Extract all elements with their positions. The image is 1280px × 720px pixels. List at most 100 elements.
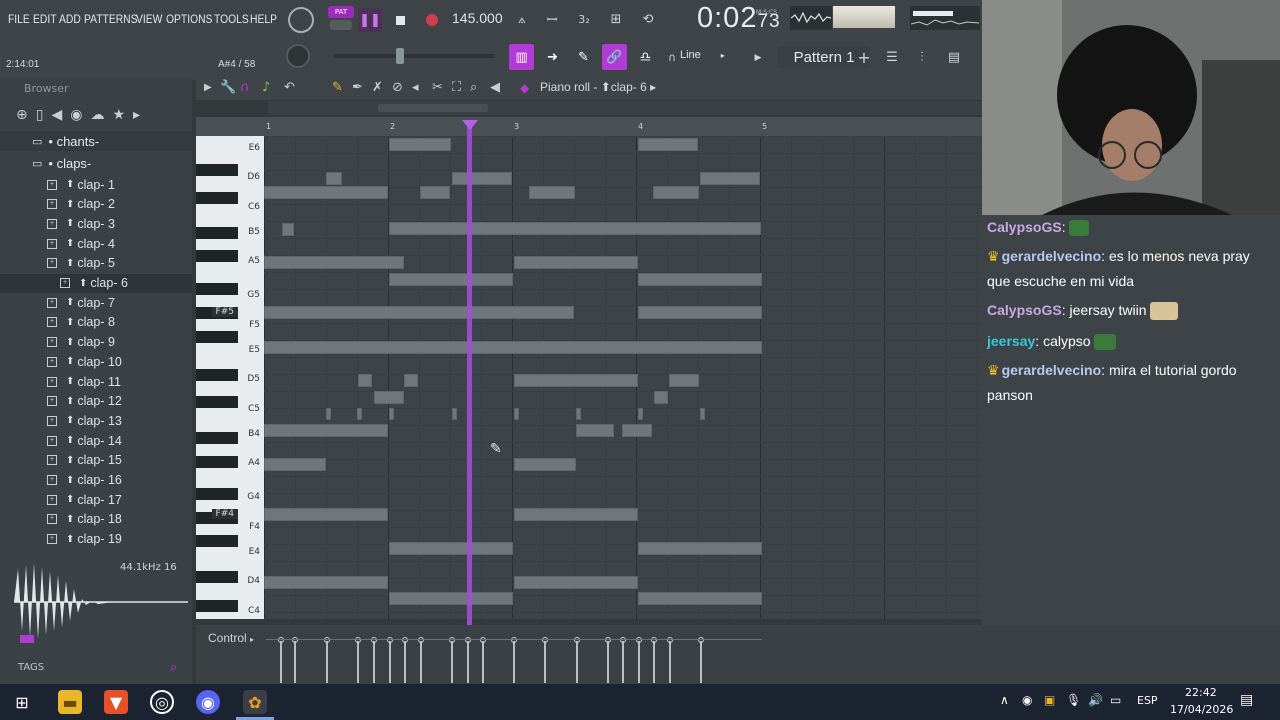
sample-item[interactable]: + ⬆ clap- 4 [0,234,192,253]
fl-studio-icon[interactable]: ✿ [243,690,267,714]
note[interactable] [638,138,698,151]
mixer-view-button[interactable]: ⫶ [910,46,934,68]
piano-roll-view-button[interactable]: ▥ [509,44,534,70]
black-key[interactable] [196,250,238,262]
black-key[interactable] [196,164,238,176]
note[interactable] [638,542,762,555]
velocity-bar[interactable] [607,641,609,683]
note[interactable] [389,542,513,555]
note[interactable] [389,592,513,605]
velocity-bar[interactable] [280,641,282,683]
note[interactable] [638,273,762,286]
sample-item[interactable]: + ⬆ clap- 7 [0,293,192,312]
sample-item[interactable]: + ⬆ clap- 8 [0,313,192,332]
file-icon[interactable]: ▯ [36,107,44,123]
playback-tool-icon[interactable]: ◀ [490,80,500,95]
mute-tool-icon[interactable]: ⊘ [392,80,403,95]
black-key[interactable] [196,283,238,295]
note[interactable] [514,256,638,269]
velocity-handle[interactable] [542,637,548,643]
scroll-thumb[interactable] [378,104,488,112]
countdown-icon[interactable]: 3₂ [572,8,596,30]
note[interactable] [654,391,668,404]
note[interactable] [389,408,394,420]
black-key[interactable] [196,192,238,204]
chat-username[interactable]: gerardelvecino [1002,248,1102,264]
pattern-prev-button[interactable]: ▶ [750,48,766,68]
search-icon[interactable]: ⌕ [170,660,177,675]
discord-tray-icon[interactable]: ◉ [1022,693,1032,707]
note[interactable] [264,186,388,199]
velocity-handle[interactable] [278,637,284,643]
note[interactable] [404,374,418,387]
velocity-handle[interactable] [418,637,424,643]
velocity-handle[interactable] [636,637,642,643]
cloud-icon[interactable]: ☁ [90,107,104,123]
brave-browser-icon[interactable]: ▼ [104,690,128,714]
star-icon[interactable]: ★ [112,107,125,123]
paint-tool-icon[interactable]: ✒ [352,80,363,95]
delete-tool-icon[interactable]: ✗ [372,80,383,95]
velocity-bar[interactable] [373,641,375,683]
playhead[interactable] [467,122,472,678]
clock-time[interactable]: 22:42 [1185,686,1217,699]
channel-rack-button[interactable]: ▤ [942,46,966,68]
velocity-handle[interactable] [605,637,611,643]
velocity-handle[interactable] [402,637,408,643]
note[interactable] [264,458,326,471]
black-key[interactable] [196,396,238,408]
sample-item[interactable]: + ⬆ clap- 11 [0,372,192,391]
speaker-icon[interactable]: ◀ [51,107,62,123]
note[interactable] [638,306,762,319]
select-tool-icon[interactable]: ⛶ [452,80,461,95]
chevron-up-icon[interactable]: ∧ [1000,693,1009,707]
sample-item[interactable]: + ⬆ clap- 9 [0,333,192,352]
note[interactable] [357,408,362,420]
velocity-handle[interactable] [371,637,377,643]
play-sample-icon[interactable] [20,635,34,643]
note[interactable] [452,408,457,420]
velocity-bar[interactable] [326,641,328,683]
note[interactable] [514,408,519,420]
note[interactable] [529,186,575,199]
note-grid[interactable] [264,136,982,619]
sample-item[interactable]: + ⬆ clap- 6 [0,273,192,293]
note[interactable] [326,172,342,185]
menu-view[interactable]: VIEW [136,12,162,26]
pencil-tool-button[interactable]: ✎ [571,44,596,70]
sample-item[interactable]: + ⬆ clap- 10 [0,352,192,371]
wait-for-input-icon[interactable]: ꟷ [540,8,564,30]
menu-help[interactable]: HELP [250,12,277,26]
chat-username[interactable]: CalypsoGS [987,302,1062,318]
menu-add[interactable]: ADD [59,12,81,26]
velocity-handle[interactable] [355,637,361,643]
velocity-bar[interactable] [544,641,546,683]
playlist-view-button[interactable]: ☰ [880,46,904,68]
sample-item[interactable]: + ⬆ clap- 16 [0,471,192,490]
file-explorer-icon[interactable]: ▬ [58,690,82,714]
note[interactable] [700,408,705,420]
snap-selector[interactable]: Line ▸ [680,49,740,66]
chevron-right-icon[interactable]: ▸ [133,107,140,123]
note[interactable] [514,508,638,521]
windows-start-icon[interactable]: ⊞ [10,690,34,714]
add-pattern-button[interactable]: + [856,46,872,68]
velocity-handle[interactable] [480,637,486,643]
song-mode-toggle[interactable] [330,20,352,30]
note[interactable] [638,408,643,420]
velocity-handle[interactable] [511,637,517,643]
step-edit-icon[interactable]: ⊞ [604,8,628,30]
stop-button[interactable] [388,8,412,32]
note[interactable] [264,306,574,319]
obs-icon[interactable]: ◎ [150,690,174,714]
velocity-bar[interactable] [638,641,640,683]
black-key[interactable] [196,488,238,500]
microphone-icon[interactable]: 🎙 [1066,693,1081,707]
velocity-handle[interactable] [698,637,704,643]
slip-tool-icon[interactable]: ◂ [412,80,419,95]
velocity-bar[interactable] [467,641,469,683]
sample-item[interactable]: + ⬆ clap- 17 [0,490,192,509]
velocity-bar[interactable] [653,641,655,683]
velocity-bar[interactable] [294,641,296,683]
black-key[interactable] [196,600,238,612]
